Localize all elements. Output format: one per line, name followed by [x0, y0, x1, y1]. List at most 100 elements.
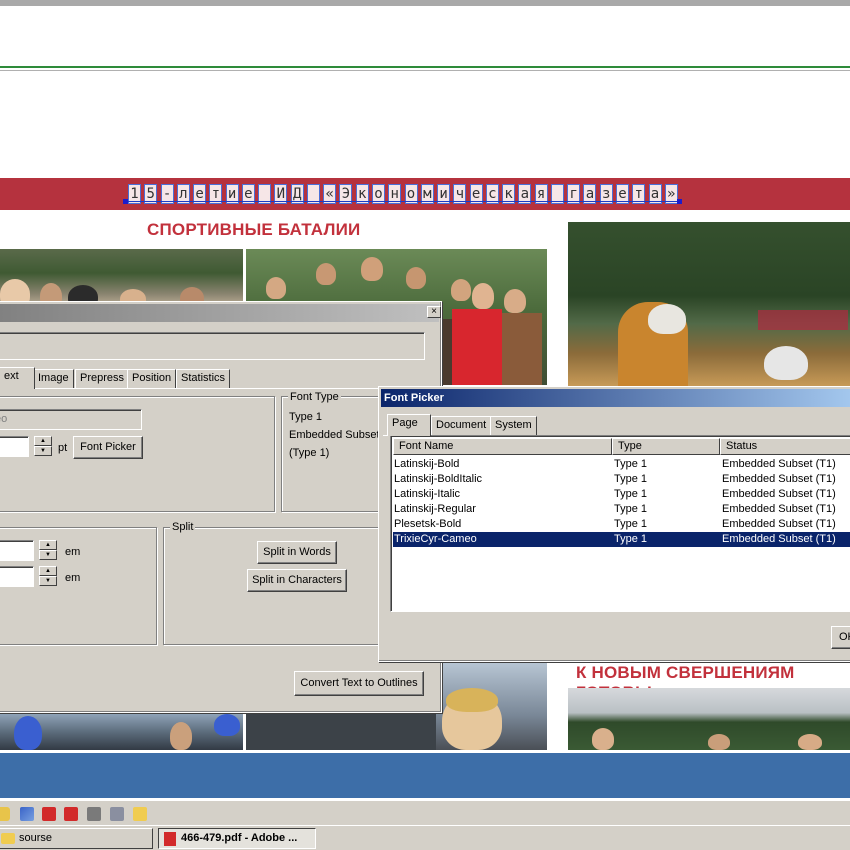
spin-up-icon[interactable]: ▲: [34, 436, 52, 446]
network-icon[interactable]: [20, 807, 34, 821]
font-status-cell: Embedded Subset (T1): [722, 488, 836, 500]
tab-label: Page: [392, 417, 418, 429]
font-picker-dialog[interactable]: Font Picker Page Document System Font Na…: [378, 386, 850, 662]
column-header-font-name[interactable]: Font Name: [393, 438, 612, 455]
column-header-status[interactable]: Status: [720, 438, 850, 455]
tab-divider: [0, 388, 441, 389]
tab-position[interactable]: Position: [127, 369, 177, 388]
taskbar-item-adobe[interactable]: 466-479.pdf - Adobe ...: [158, 828, 316, 849]
photo-lake-trees: [568, 688, 850, 750]
font-list-row[interactable]: Latinskij-Italic Type 1 Embedded Subset (T…: [393, 487, 850, 502]
font-name-cell: Latinskij-Bold: [394, 458, 460, 470]
tab-label: Image: [38, 372, 69, 384]
scanner-icon[interactable]: [110, 807, 124, 821]
photo-forest-crowd: [0, 249, 243, 309]
folder-icon[interactable]: [133, 807, 147, 821]
split-in-words-button[interactable]: Split in Words: [257, 541, 337, 564]
photo-balloons: [0, 714, 243, 750]
ok-button[interactable]: OK: [831, 626, 850, 649]
font-name-cell: Latinskij-Regular: [394, 503, 476, 515]
page-top-edge: [0, 0, 850, 6]
font-list-row[interactable]: Latinskij-Regular Type 1 Embedded Subset (…: [393, 502, 850, 517]
font-picker-button[interactable]: Font Picker: [73, 436, 143, 459]
font-type-line-3: (Type 1): [289, 447, 330, 459]
word-spacing-spinner[interactable]: ▲ ▼: [39, 566, 57, 586]
photo-fireman: [568, 222, 850, 386]
font-type-group-label: Font Type: [288, 391, 341, 403]
font-status-cell: Embedded Subset (T1): [722, 473, 836, 485]
font-name-value: eo: [0, 413, 8, 425]
font-picker-title: Font Picker: [384, 392, 444, 404]
font-status-cell: Embedded Subset (T1): [722, 533, 836, 545]
font-name-cell: Plesetsk-Bold: [394, 518, 462, 530]
pdf-icon[interactable]: [64, 807, 78, 821]
em-label: em: [65, 572, 81, 584]
font-status-cell: Embedded Subset (T1): [722, 458, 836, 470]
font-type-cell: Type 1: [614, 458, 648, 470]
selection-handle-right[interactable]: [677, 199, 682, 204]
tab-text[interactable]: ext: [0, 367, 35, 389]
panel-close-button[interactable]: ×: [427, 306, 441, 318]
font-type-cell: Type 1: [614, 488, 648, 500]
font-type-cell: Type 1: [614, 503, 648, 515]
tab-page[interactable]: Page: [387, 414, 431, 436]
tab-system[interactable]: System: [490, 416, 537, 435]
printer-icon[interactable]: [87, 807, 101, 821]
quick-launch-bar: [0, 800, 850, 825]
text-selection-baseline: [126, 201, 680, 202]
pt-label: pt: [58, 442, 68, 454]
column-header-type[interactable]: Type: [612, 438, 720, 455]
convert-text-to-outlines-button[interactable]: Convert Text to Outlines: [294, 671, 424, 696]
font-name-cell: TrixieCyr-Cameo: [394, 533, 477, 545]
pdf-icon: [164, 832, 176, 846]
font-name-cell: Latinskij-Italic: [394, 488, 461, 500]
font-name-cell: Latinskij-BoldItalic: [394, 473, 483, 485]
font-list-row[interactable]: Latinskij-BoldItalic Type 1 Embedded Subse…: [393, 472, 850, 487]
tab-prepress[interactable]: Prepress: [75, 369, 130, 388]
selection-handle-left[interactable]: [123, 199, 128, 204]
tab-label: Position: [132, 372, 172, 384]
split-in-characters-button[interactable]: Split in Characters: [247, 569, 347, 592]
spin-down-icon[interactable]: ▼: [39, 550, 57, 560]
font-list-row[interactable]: Latinskij-Bold Type 1 Embedded Subset (T1): [393, 457, 850, 472]
font-type-line-2: Embedded Subset: [289, 429, 380, 441]
acrobat-icon[interactable]: [42, 807, 56, 821]
panel-header-field: [0, 332, 425, 360]
em-label: em: [65, 546, 81, 558]
char-spacing-spinner[interactable]: ▲ ▼: [39, 540, 57, 560]
font-list[interactable]: Font Name Type Status Latinskij-Bold Type…: [390, 435, 850, 612]
font-size-spinner[interactable]: ▲ ▼: [34, 436, 52, 456]
folder-icon: [1, 833, 15, 844]
spin-down-icon[interactable]: ▼: [39, 576, 57, 586]
spin-down-icon[interactable]: ▼: [34, 446, 52, 456]
font-type-cell: Type 1: [614, 533, 648, 545]
section-title-sports: СПОРТИВНЫЕ БАТАЛИИ: [147, 220, 361, 239]
tab-label: Prepress: [80, 372, 125, 384]
taskbar-item-label: 466-479.pdf - Adobe ...: [181, 832, 298, 844]
panel-titlebar[interactable]: [0, 304, 439, 322]
taskbar-item-label: sourse: [19, 832, 53, 844]
tab-label: Statistics: [181, 372, 226, 384]
tab-document[interactable]: Document: [431, 416, 492, 435]
font-type-line-1: Type 1: [289, 411, 323, 423]
font-picker-titlebar[interactable]: Font Picker: [381, 389, 850, 407]
text-properties-panel[interactable]: × ext Image Prepress Position Statistics…: [0, 301, 442, 713]
guide-line: [0, 66, 850, 68]
font-name-field: eo: [0, 409, 142, 430]
font-list-row[interactable]: TrixieCyr-Cameo Type 1 Embedded Subset (T1…: [393, 532, 850, 547]
font-size-field[interactable]: [0, 436, 29, 457]
font-type-cell: Type 1: [614, 473, 648, 485]
font-status-cell: Embedded Subset (T1): [722, 518, 836, 530]
close-icon: ×: [431, 306, 437, 317]
font-status-cell: Embedded Subset (T1): [722, 503, 836, 515]
font-list-row[interactable]: Plesetsk-Bold Type 1 Embedded Subset (T1): [393, 517, 850, 532]
spin-up-icon[interactable]: ▲: [39, 540, 57, 550]
char-spacing-field[interactable]: [0, 540, 34, 561]
tab-statistics[interactable]: Statistics: [176, 369, 231, 388]
folder-open-icon[interactable]: [0, 807, 10, 821]
tab-image[interactable]: Image: [33, 369, 74, 388]
word-spacing-field[interactable]: [0, 566, 34, 587]
guide-line-shadow: [0, 70, 850, 71]
taskbar-item-sourse[interactable]: sourse: [0, 828, 153, 849]
spin-up-icon[interactable]: ▲: [39, 566, 57, 576]
